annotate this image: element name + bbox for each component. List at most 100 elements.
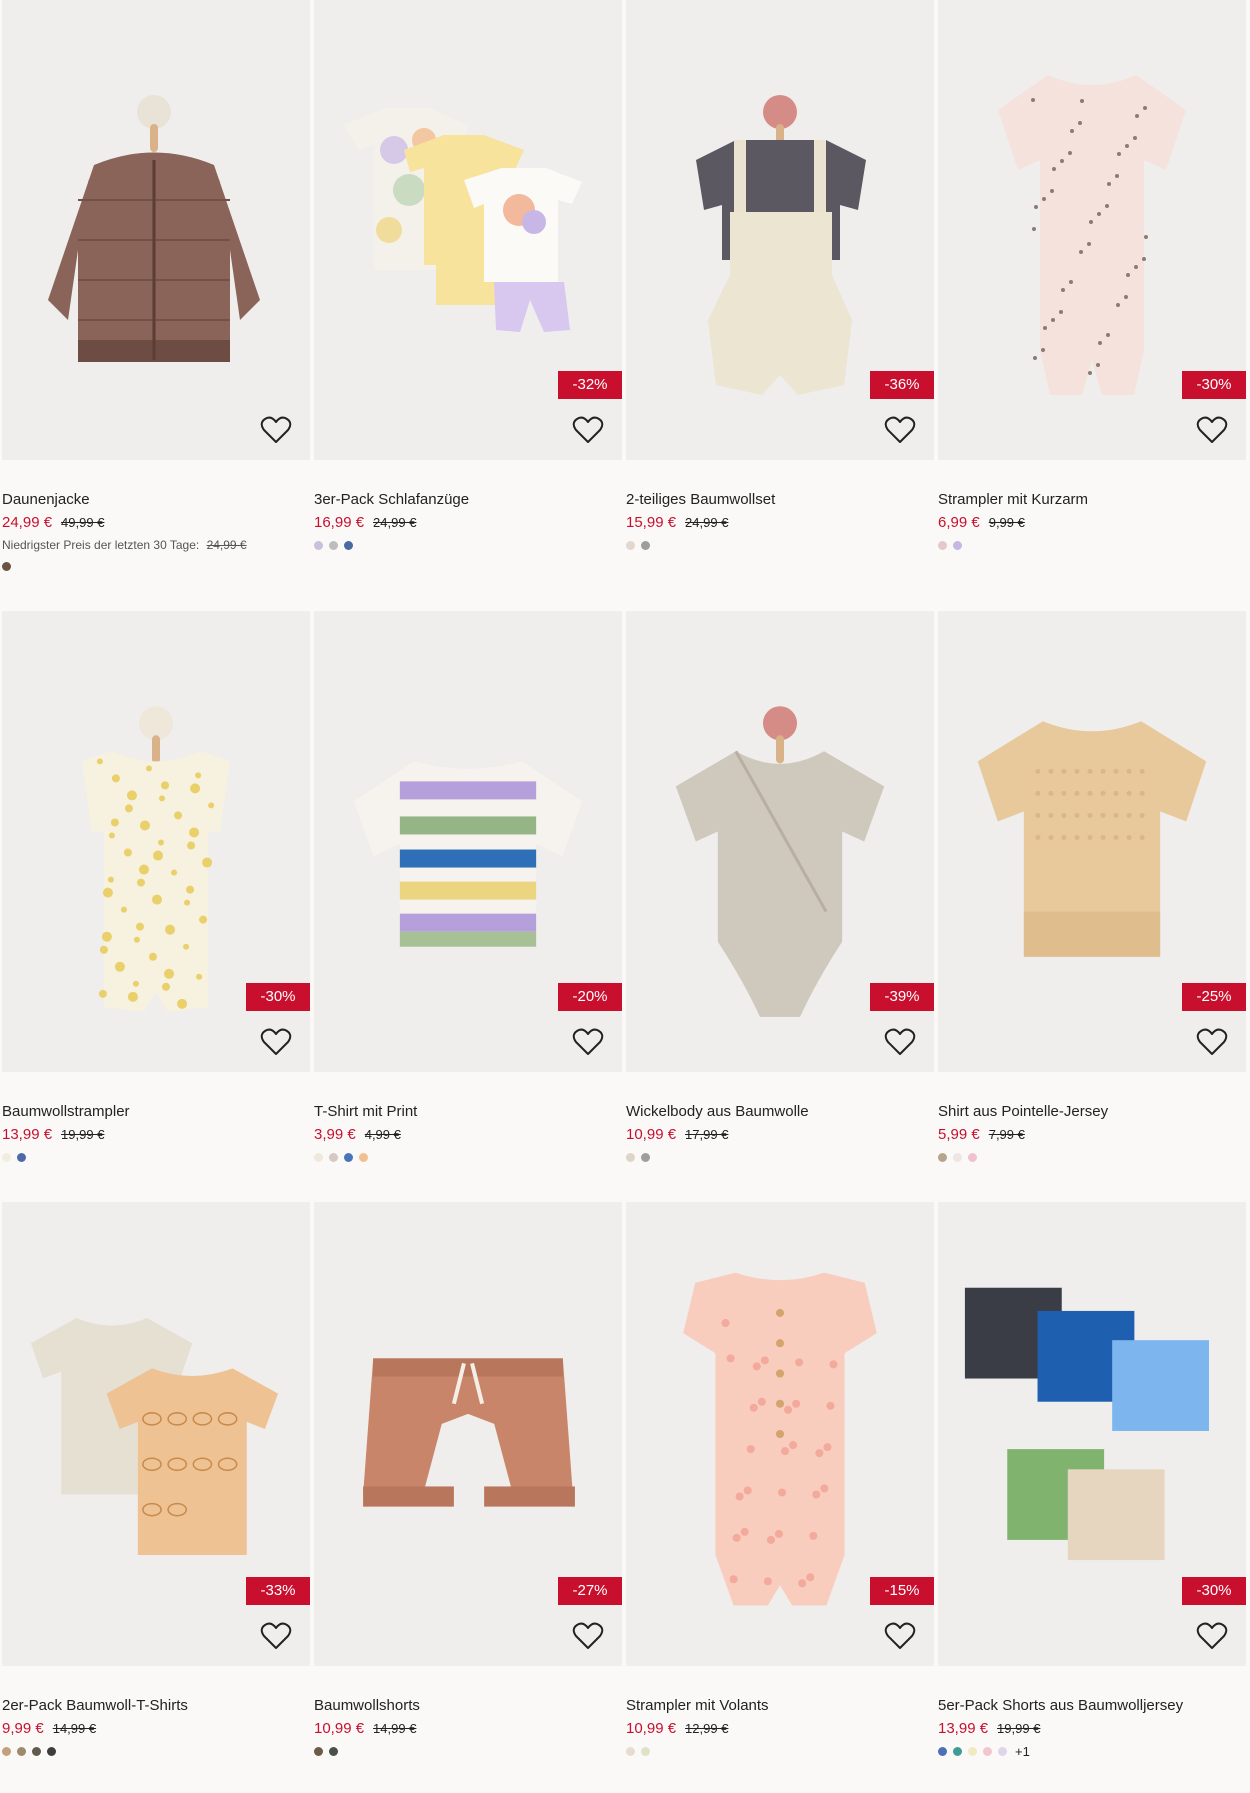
product-name[interactable]: Baumwollshorts xyxy=(314,1697,622,1715)
color-swatch[interactable] xyxy=(968,1746,977,1756)
product-name[interactable]: 2er-Pack Baumwoll-T-Shirts xyxy=(2,1697,310,1715)
price-row: 6,99 € 9,99 € xyxy=(938,514,1246,532)
color-swatch[interactable] xyxy=(626,1746,635,1756)
color-swatch[interactable] xyxy=(938,540,947,550)
product-info: Strampler mit Volants 10,99 € 12,99 € xyxy=(626,1697,934,1757)
color-swatch[interactable] xyxy=(2,561,11,571)
wishlist-heart-icon[interactable] xyxy=(884,415,916,445)
product-image[interactable]: -30% xyxy=(2,611,310,1072)
product-photo xyxy=(48,95,260,362)
color-swatch[interactable] xyxy=(329,1746,338,1756)
sale-price: 10,99 € xyxy=(626,1126,677,1143)
color-swatch[interactable] xyxy=(344,1152,353,1162)
wishlist-heart-icon[interactable] xyxy=(572,1621,604,1651)
product-name[interactable]: Shirt aus Pointelle-Jersey xyxy=(938,1103,1246,1121)
color-swatch[interactable] xyxy=(968,1152,977,1162)
product-info: 2-teiliges Baumwollset 15,99 € 24,99 € xyxy=(626,491,934,551)
color-swatches xyxy=(626,539,934,551)
product-image[interactable]: -27% xyxy=(314,1202,622,1666)
product-image[interactable]: -25% xyxy=(938,611,1246,1072)
color-swatch[interactable] xyxy=(329,1152,338,1162)
product-image[interactable]: -30% xyxy=(938,1202,1246,1666)
color-swatches xyxy=(938,539,1246,551)
product-name[interactable]: Strampler mit Volants xyxy=(626,1697,934,1715)
color-swatch[interactable] xyxy=(17,1152,26,1162)
product-image[interactable]: -33% xyxy=(2,1202,310,1666)
price-row: 13,99 € 19,99 € xyxy=(938,1720,1246,1738)
product-name[interactable]: 3er-Pack Schlafanzüge xyxy=(314,491,622,509)
original-price: 24,99 € xyxy=(373,515,417,530)
product-image[interactable]: -20% xyxy=(314,611,622,1072)
color-swatch[interactable] xyxy=(953,540,962,550)
product-image[interactable]: -32% xyxy=(314,0,622,460)
wishlist-heart-icon[interactable] xyxy=(572,415,604,445)
color-swatch[interactable] xyxy=(329,540,338,550)
sale-price: 16,99 € xyxy=(314,514,365,531)
color-swatch[interactable] xyxy=(314,1152,323,1162)
product-name[interactable]: Baumwollstrampler xyxy=(2,1103,310,1121)
color-swatch[interactable] xyxy=(938,1152,947,1162)
wishlist-heart-icon[interactable] xyxy=(1196,1027,1228,1057)
color-swatch[interactable] xyxy=(953,1152,962,1162)
color-swatch[interactable] xyxy=(983,1746,992,1756)
wishlist-heart-icon[interactable] xyxy=(260,1621,292,1651)
discount-badge: -30% xyxy=(1182,1577,1246,1605)
color-swatch[interactable] xyxy=(47,1746,56,1756)
product-name[interactable]: Wickelbody aus Baumwolle xyxy=(626,1103,934,1121)
wishlist-heart-icon[interactable] xyxy=(1196,415,1228,445)
color-swatch[interactable] xyxy=(641,1152,650,1162)
color-swatch[interactable] xyxy=(998,1746,1007,1756)
color-swatches xyxy=(626,1151,934,1163)
wishlist-heart-icon[interactable] xyxy=(1196,1621,1228,1651)
original-price: 49,99 € xyxy=(61,515,105,530)
color-swatch[interactable] xyxy=(314,540,323,550)
wishlist-heart-icon[interactable] xyxy=(260,415,292,445)
color-swatch[interactable] xyxy=(2,1746,11,1756)
sale-price: 13,99 € xyxy=(2,1126,53,1143)
price-row: 5,99 € 7,99 € xyxy=(938,1126,1246,1144)
wishlist-heart-icon[interactable] xyxy=(884,1621,916,1651)
discount-badge: -15% xyxy=(870,1577,934,1605)
product-image[interactable] xyxy=(2,0,310,460)
color-swatch[interactable] xyxy=(17,1746,26,1756)
lowest-price-value: 24,99 € xyxy=(206,538,247,552)
color-swatches xyxy=(2,1745,310,1757)
sale-price: 3,99 € xyxy=(314,1126,356,1143)
product-image[interactable]: -36% xyxy=(626,0,934,460)
product-name[interactable]: 2-teiliges Baumwollset xyxy=(626,491,934,509)
color-swatches: +1 xyxy=(938,1744,1246,1759)
product-name[interactable]: Daunenjacke xyxy=(2,491,310,509)
color-swatch[interactable] xyxy=(359,1152,368,1162)
wishlist-heart-icon[interactable] xyxy=(572,1027,604,1057)
color-swatches xyxy=(314,1151,622,1163)
color-swatch[interactable] xyxy=(2,1152,11,1162)
original-price: 12,99 € xyxy=(685,1721,729,1736)
wishlist-heart-icon[interactable] xyxy=(260,1027,292,1057)
product-image[interactable]: -30% xyxy=(938,0,1246,460)
wishlist-heart-icon[interactable] xyxy=(884,1027,916,1057)
color-swatch[interactable] xyxy=(32,1746,41,1756)
price-row: 10,99 € 14,99 € xyxy=(314,1720,622,1738)
sale-price: 5,99 € xyxy=(938,1126,980,1143)
price-row: 13,99 € 19,99 € xyxy=(2,1126,310,1144)
product-image[interactable]: -15% xyxy=(626,1202,934,1666)
discount-badge: -36% xyxy=(870,371,934,399)
color-swatch[interactable] xyxy=(344,540,353,550)
color-swatch[interactable] xyxy=(938,1746,947,1756)
color-swatch[interactable] xyxy=(626,540,635,550)
color-swatch[interactable] xyxy=(641,540,650,550)
original-price: 7,99 € xyxy=(988,1127,1025,1142)
original-price: 17,99 € xyxy=(685,1127,729,1142)
product-name[interactable]: Strampler mit Kurzarm xyxy=(938,491,1246,509)
price-row: 10,99 € 12,99 € xyxy=(626,1720,934,1738)
color-swatch[interactable] xyxy=(626,1152,635,1162)
price-row: 16,99 € 24,99 € xyxy=(314,514,622,532)
color-swatches xyxy=(314,1745,622,1757)
more-colors-count[interactable]: +1 xyxy=(1015,1744,1030,1759)
color-swatch[interactable] xyxy=(953,1746,962,1756)
color-swatch[interactable] xyxy=(641,1746,650,1756)
product-image[interactable]: -39% xyxy=(626,611,934,1072)
color-swatch[interactable] xyxy=(314,1746,323,1756)
product-name[interactable]: T-Shirt mit Print xyxy=(314,1103,622,1121)
product-name[interactable]: 5er-Pack Shorts aus Baumwolljersey xyxy=(938,1697,1246,1715)
